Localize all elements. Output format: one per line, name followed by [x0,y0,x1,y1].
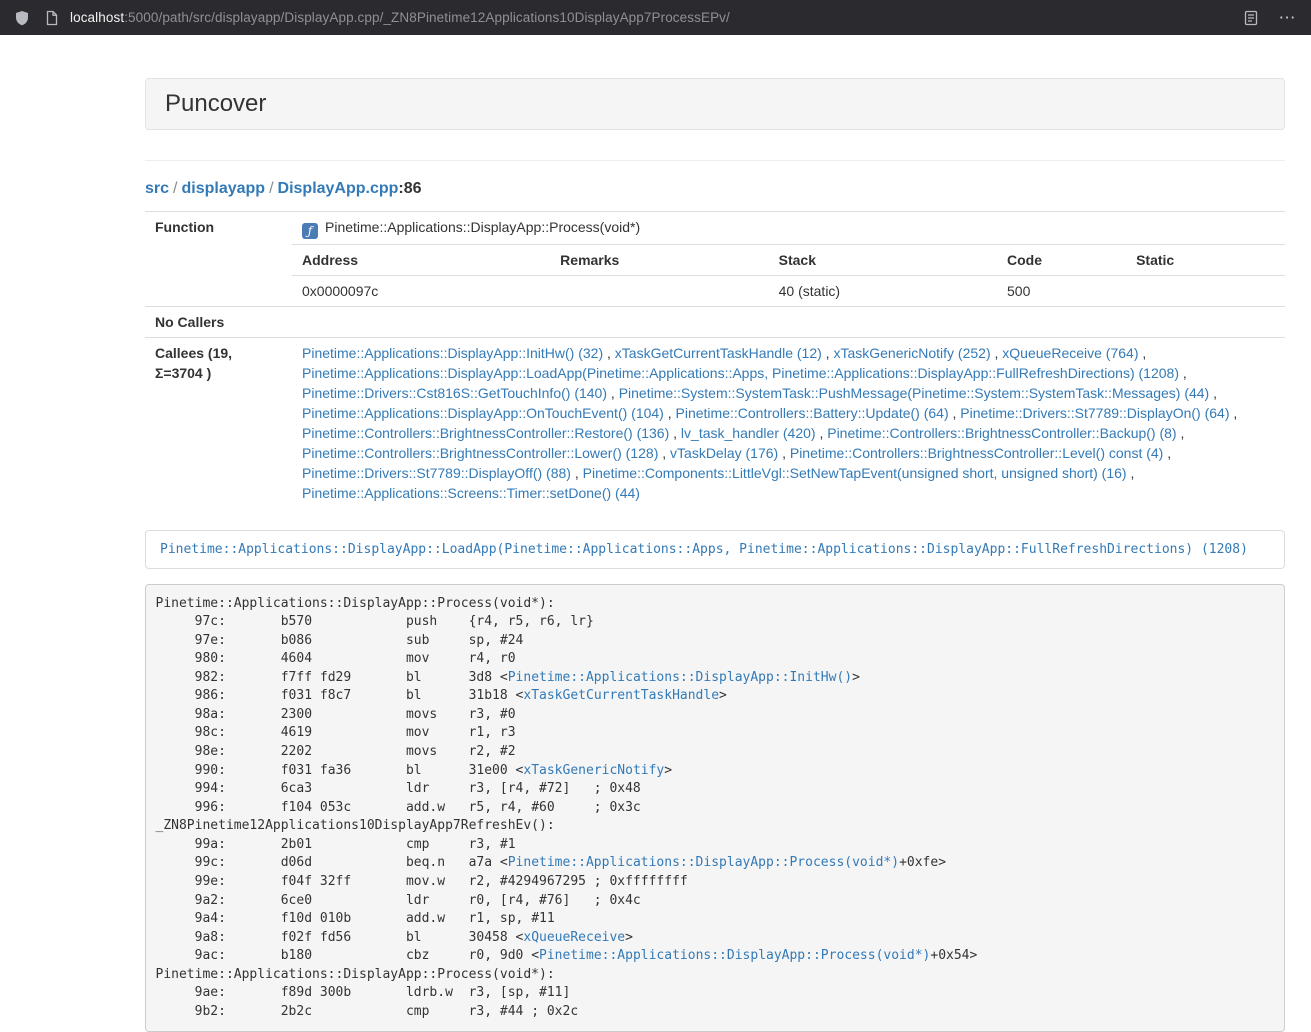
metrics-table-cell: AddressRemarksStackCodeStatic 0x0000097c… [292,245,1285,307]
function-name: Pinetime::Applications::DisplayApp::Proc… [325,219,640,235]
page-info-icon[interactable] [44,10,60,26]
metrics-column-header: Code [997,245,1126,276]
function-icon: ƒ [302,223,318,239]
callee-link[interactable]: xTaskGenericNotify (252) [833,345,990,361]
breadcrumb-link-src[interactable]: src [145,180,169,197]
code-symbol-link[interactable]: xTaskGenericNotify [523,763,664,778]
callees-row: Callees (19, Σ=3704 ) Pinetime::Applicat… [145,338,1285,509]
callee-link[interactable]: Pinetime::Components::LittleVgl::SetNewT… [583,465,1127,481]
callee-link[interactable]: Pinetime::Applications::DisplayApp::OnTo… [302,405,664,421]
tracking-shield-icon[interactable] [14,10,30,26]
metrics-column-header: Static [1126,245,1285,276]
breadcrumb-separator: / [169,180,181,197]
callee-link[interactable]: Pinetime::Applications::DisplayApp::Load… [302,365,1179,381]
callee-link[interactable]: Pinetime::Controllers::BrightnessControl… [790,445,1163,461]
overflow-menu-icon[interactable]: ⋯ [1277,10,1297,26]
callee-link[interactable]: lv_task_handler (420) [681,425,816,441]
callee-link[interactable]: Pinetime::Applications::Screens::Timer::… [302,485,640,501]
metrics-column-header: Address [292,245,550,276]
breadcrumb-separator: / [265,180,277,197]
page-content: Puncover src/displayapp/DisplayApp.cpp:8… [145,35,1285,1032]
breadcrumb-link-file[interactable]: DisplayApp.cpp [278,180,399,197]
url-path: :5000/path/src/displayapp/DisplayApp.cpp… [124,10,730,25]
metrics-table: AddressRemarksStackCodeStatic 0x0000097c… [292,245,1285,306]
callee-link[interactable]: Pinetime::Controllers::BrightnessControl… [827,425,1176,441]
browser-toolbar: localhost:5000/path/src/displayapp/Displ… [0,0,1311,35]
callee-link[interactable]: Pinetime::System::SystemTask::PushMessag… [619,385,1210,401]
callee-link[interactable]: Pinetime::Controllers::BrightnessControl… [302,445,658,461]
callee-link[interactable]: xQueueReceive (764) [1002,345,1138,361]
metrics-column-header: Stack [769,245,997,276]
highlight-panel: Pinetime::Applications::DisplayApp::Load… [145,530,1285,569]
callee-link[interactable]: Pinetime::Controllers::BrightnessControl… [302,425,669,441]
page-header: Puncover [145,78,1285,130]
no-callers-cell [292,307,1285,338]
function-name-cell: ƒ Pinetime::Applications::DisplayApp::Pro… [292,212,1285,245]
metrics-row-label [145,245,292,307]
url-host: localhost [70,10,124,25]
metrics-value-cell: 500 [997,276,1126,307]
function-label: Function [145,212,292,245]
callee-link[interactable]: Pinetime::Drivers::St7789::DisplayOff() … [302,465,571,481]
url-input[interactable]: localhost:5000/path/src/displayapp/Displ… [70,10,730,25]
no-callers-label: No Callers [145,307,292,338]
metrics-value-cell [550,276,768,307]
app-title: Puncover [165,90,266,117]
metrics-value-cell: 0x0000097c [292,276,550,307]
code-symbol-link[interactable]: Pinetime::Applications::DisplayApp::Proc… [508,855,899,870]
breadcrumb-link-displayapp[interactable]: displayapp [181,180,265,197]
metrics-value-row: 0x0000097c 40 (static)500 [292,276,1285,307]
callee-link[interactable]: Pinetime::Applications::DisplayApp::Init… [302,345,603,361]
reader-mode-icon[interactable] [1243,10,1259,26]
callees-label: Callees (19, Σ=3704 ) [145,338,292,509]
highlighted-symbol-link[interactable]: Pinetime::Applications::DisplayApp::Load… [160,542,1248,557]
callee-link[interactable]: Pinetime::Drivers::Cst816S::GetTouchInfo… [302,385,607,401]
code-symbol-link[interactable]: Pinetime::Applications::DisplayApp::Init… [508,670,852,685]
code-symbol-link[interactable]: Pinetime::Applications::DisplayApp::Proc… [539,948,930,963]
breadcrumb-line-number: :86 [398,180,421,197]
callee-link[interactable]: Pinetime::Drivers::St7789::DisplayOn() (… [960,405,1229,421]
metrics-header-row: AddressRemarksStackCodeStatic [292,245,1285,276]
callee-link[interactable]: xTaskGetCurrentTaskHandle (12) [615,345,822,361]
no-callers-row: No Callers [145,307,1285,338]
callee-link[interactable]: Pinetime::Controllers::Battery::Update()… [676,405,949,421]
code-symbol-link[interactable]: xQueueReceive [523,930,625,945]
header-divider [145,160,1285,161]
code-symbol-link[interactable]: xTaskGetCurrentTaskHandle [523,688,719,703]
metrics-column-header: Remarks [550,245,768,276]
callees-list: Pinetime::Applications::DisplayApp::Init… [292,338,1285,509]
breadcrumb: src/displayapp/DisplayApp.cpp:86 [145,179,1285,199]
symbol-table: Function ƒPinetime::Applications::Displa… [145,211,1285,508]
function-row: Function ƒ Pinetime::Applications::Displa… [145,212,1285,245]
callee-link[interactable]: vTaskDelay (176) [670,445,778,461]
metrics-row: AddressRemarksStackCodeStatic 0x0000097c… [145,245,1285,307]
disassembly-code: Pinetime::Applications::DisplayApp::Proc… [145,584,1285,1032]
metrics-value-cell: 40 (static) [769,276,997,307]
metrics-value-cell [1126,276,1285,307]
